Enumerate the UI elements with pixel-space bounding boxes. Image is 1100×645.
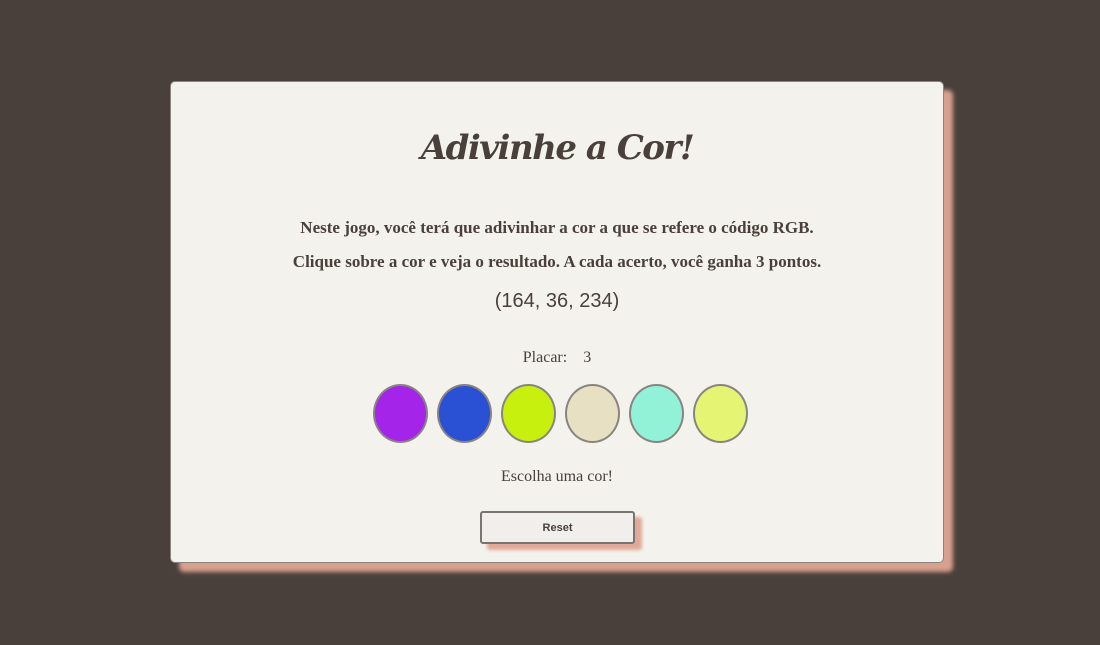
color-swatch-2[interactable] <box>437 384 492 443</box>
score-display: Placar: 3 <box>171 349 943 367</box>
instruction-line-1: Neste jogo, você terá que adivinhar a co… <box>300 218 814 237</box>
game-title: Adivinhe a Cor! <box>420 128 695 168</box>
color-swatch-3[interactable] <box>501 384 556 443</box>
color-options <box>373 384 748 443</box>
color-swatch-4[interactable] <box>565 384 620 443</box>
reset-button[interactable]: Reset <box>480 511 635 544</box>
color-swatch-1[interactable] <box>373 384 428 443</box>
rgb-code: (164, 36, 234) <box>494 290 620 312</box>
score-value: 3 <box>583 349 592 366</box>
instruction-line-2: Clique sobre a cor e veja o resultado. A… <box>292 252 822 271</box>
color-swatch-5[interactable] <box>629 384 684 443</box>
status-message: Escolha uma cor! <box>501 468 613 485</box>
game-card: Adivinhe a Cor! Neste jogo, você terá qu… <box>170 81 944 563</box>
score-label: Placar: <box>522 349 568 366</box>
color-swatch-6[interactable] <box>693 384 748 443</box>
